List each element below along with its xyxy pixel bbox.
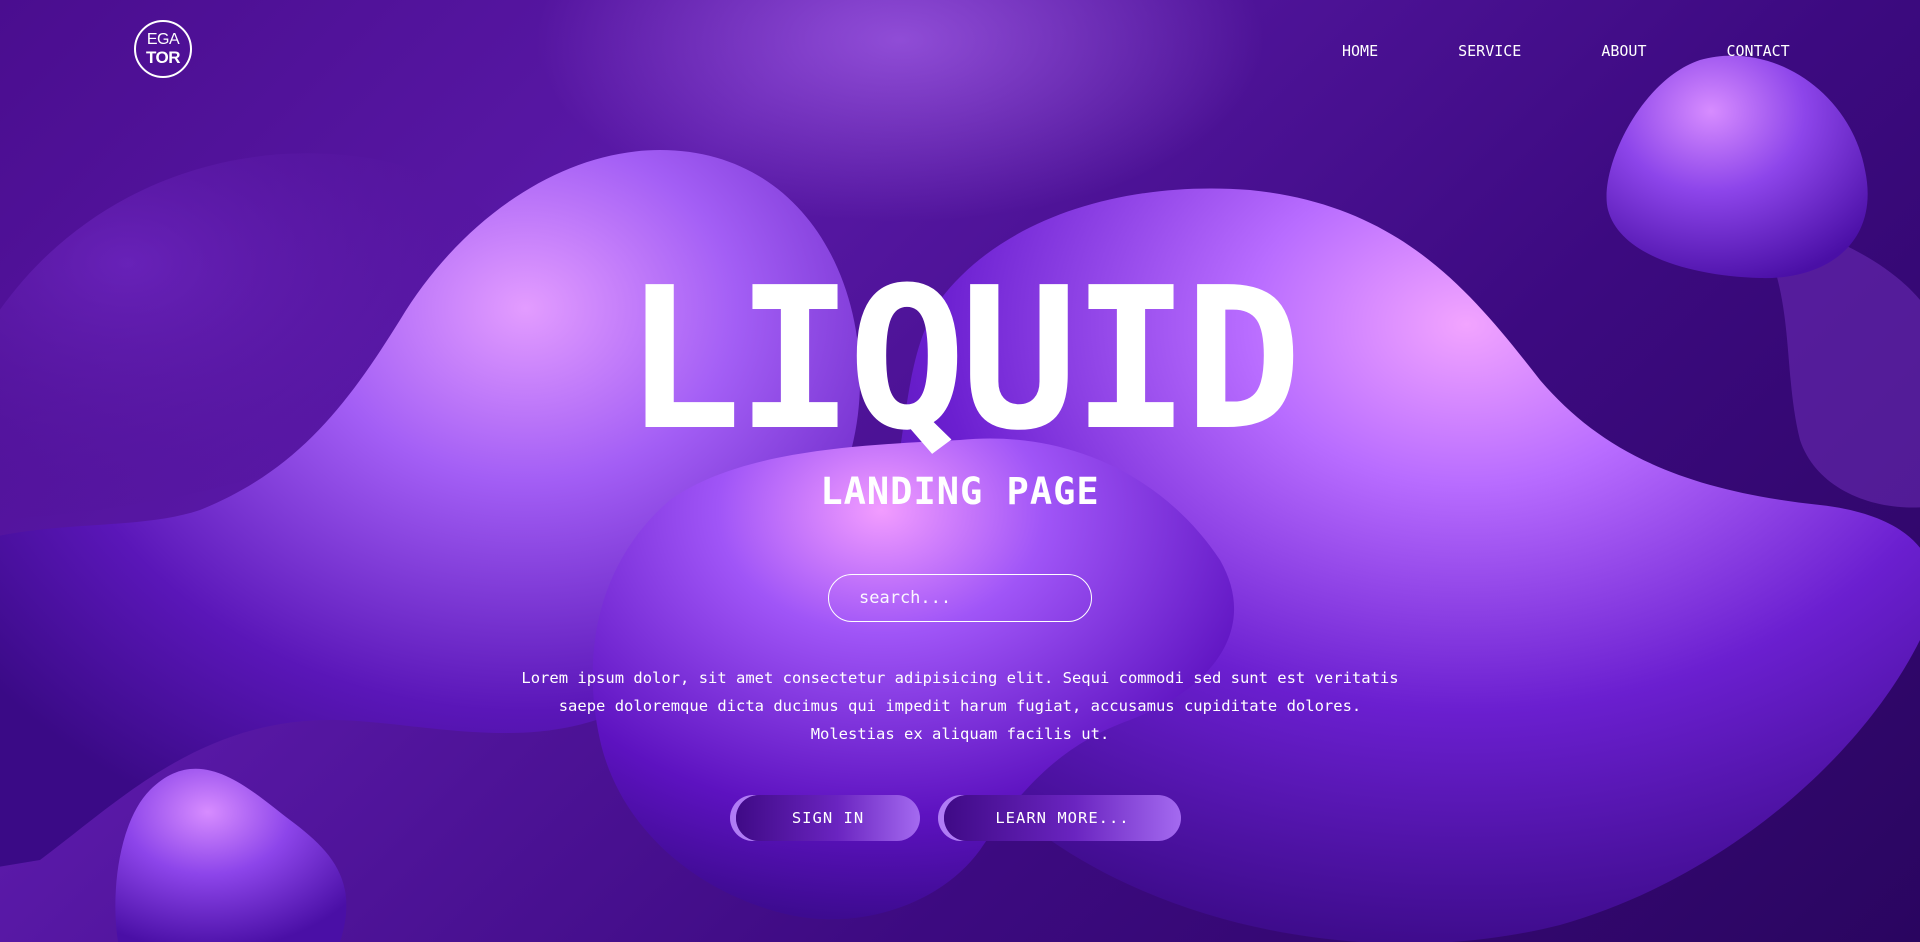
hero-title: LIQUID — [623, 246, 1302, 474]
main-nav: HOME SERVICE ABOUT CONTACT — [1342, 42, 1790, 60]
nav-about-link[interactable]: ABOUT — [1601, 42, 1646, 60]
nav-service-link[interactable]: SERVICE — [1458, 42, 1521, 60]
search-input[interactable] — [828, 574, 1092, 622]
logo-text-bottom: TOR — [145, 48, 181, 67]
sign-in-button[interactable]: SIGN IN — [736, 795, 920, 841]
nav-contact-link[interactable]: CONTACT — [1727, 42, 1790, 60]
brand-logo[interactable]: EGA TOR — [134, 20, 192, 78]
nav-home-link[interactable]: HOME — [1342, 42, 1378, 60]
logo-text-top: EGA — [146, 31, 180, 48]
learn-more-button[interactable]: LEARN MORE... — [944, 795, 1181, 841]
hero-section: EGA TOR HOME SERVICE ABOUT CONTACT LIQUI… — [0, 0, 1920, 942]
hero-subtitle: LANDING PAGE — [820, 470, 1100, 513]
hero-description: Lorem ipsum dolor, sit amet consectetur … — [521, 669, 1399, 743]
